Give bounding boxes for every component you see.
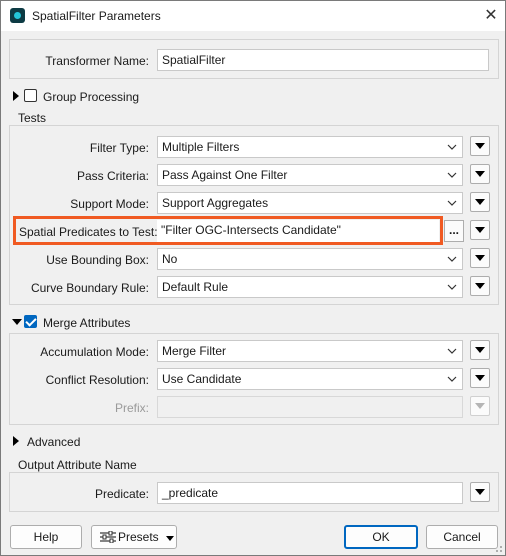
merge-attributes-checkbox[interactable] (24, 315, 37, 328)
conflict-resolution-menu-button[interactable] (470, 368, 490, 388)
chevron-down-icon (447, 348, 457, 354)
collapse-merge-attributes-icon[interactable] (12, 319, 22, 325)
fme-app-icon (10, 8, 25, 23)
filter-type-menu-button[interactable] (470, 136, 490, 156)
chevron-down-icon (447, 376, 457, 382)
group-processing-checkbox[interactable] (24, 89, 37, 102)
pass-criteria-select[interactable]: Pass Against One Filter (157, 164, 463, 186)
accumulation-mode-label: Accumulation Mode: (40, 345, 149, 359)
support-mode-select[interactable]: Support Aggregates (157, 192, 463, 214)
pass-criteria-value: Pass Against One Filter (162, 168, 288, 182)
support-mode-value: Support Aggregates (162, 196, 269, 210)
caret-down-icon (166, 536, 174, 541)
use-bounding-box-select[interactable]: No (157, 248, 463, 270)
transformer-name-label: Transformer Name: (45, 54, 149, 68)
cancel-button[interactable]: Cancel (426, 525, 498, 549)
chevron-down-icon (447, 172, 457, 178)
predicate-input[interactable]: _predicate (157, 482, 463, 504)
conflict-resolution-label: Conflict Resolution: (45, 373, 149, 387)
accumulation-mode-menu-button[interactable] (470, 340, 490, 360)
conflict-resolution-value: Use Candidate (162, 372, 242, 386)
window-title: SpatialFilter Parameters (32, 9, 161, 23)
expand-group-processing-icon[interactable] (13, 91, 19, 101)
conflict-resolution-select[interactable]: Use Candidate (157, 368, 463, 390)
sliders-icon (100, 531, 116, 543)
help-button[interactable]: Help (10, 525, 82, 549)
transformer-name-input[interactable]: SpatialFilter (157, 49, 489, 71)
accumulation-mode-value: Merge Filter (162, 344, 227, 358)
chevron-down-icon (447, 284, 457, 290)
prefix-label: Prefix: (114, 401, 149, 415)
spatial-predicates-browse-button[interactable]: ... (444, 220, 464, 242)
advanced-label[interactable]: Advanced (27, 435, 80, 449)
filter-type-label: Filter Type: (89, 141, 149, 155)
ok-button[interactable]: OK (344, 525, 418, 549)
support-mode-menu-button[interactable] (470, 192, 490, 212)
merge-attributes-label: Merge Attributes (43, 316, 131, 330)
support-mode-label: Support Mode: (70, 197, 149, 211)
resize-grip-icon[interactable] (493, 543, 503, 553)
dialog-window: SpatialFilter Parameters ✕ Transformer N… (0, 0, 506, 556)
tests-section-title: Tests (18, 111, 47, 125)
chevron-down-icon (447, 200, 457, 206)
curve-boundary-rule-label: Curve Boundary Rule: (30, 281, 149, 295)
expand-advanced-icon[interactable] (13, 436, 19, 446)
pass-criteria-menu-button[interactable] (470, 164, 490, 184)
presets-label: Presets (118, 530, 159, 544)
pass-criteria-label: Pass Criteria: (76, 169, 149, 183)
presets-button[interactable]: Presets (91, 525, 177, 549)
curve-boundary-rule-select[interactable]: Default Rule (157, 276, 463, 298)
prefix-input[interactable] (157, 396, 463, 418)
use-bounding-box-value: No (162, 252, 178, 266)
chevron-down-icon (447, 256, 457, 262)
filter-type-value: Multiple Filters (162, 140, 240, 154)
spatial-predicates-label: Spatial Predicates to Test: (19, 225, 158, 239)
predicate-label: Predicate: (94, 487, 149, 501)
predicate-menu-button[interactable] (470, 482, 490, 502)
chevron-down-icon (447, 144, 457, 150)
use-bounding-box-menu-button[interactable] (470, 248, 490, 268)
filter-type-select[interactable]: Multiple Filters (157, 136, 463, 158)
prefix-menu-button[interactable] (470, 396, 490, 416)
group-processing-label: Group Processing (43, 90, 140, 104)
curve-boundary-rule-menu-button[interactable] (470, 276, 490, 296)
title-bar: SpatialFilter Parameters ✕ (1, 1, 505, 31)
accumulation-mode-select[interactable]: Merge Filter (157, 340, 463, 362)
spatial-predicates-input[interactable]: "Filter OGC-Intersects Candidate" (157, 220, 439, 242)
curve-boundary-rule-value: Default Rule (162, 280, 229, 294)
close-icon[interactable]: ✕ (479, 5, 503, 27)
spatial-predicates-menu-button[interactable] (470, 220, 490, 240)
output-attribute-section-title: Output Attribute Name (18, 458, 137, 472)
use-bounding-box-label: Use Bounding Box: (46, 253, 149, 267)
